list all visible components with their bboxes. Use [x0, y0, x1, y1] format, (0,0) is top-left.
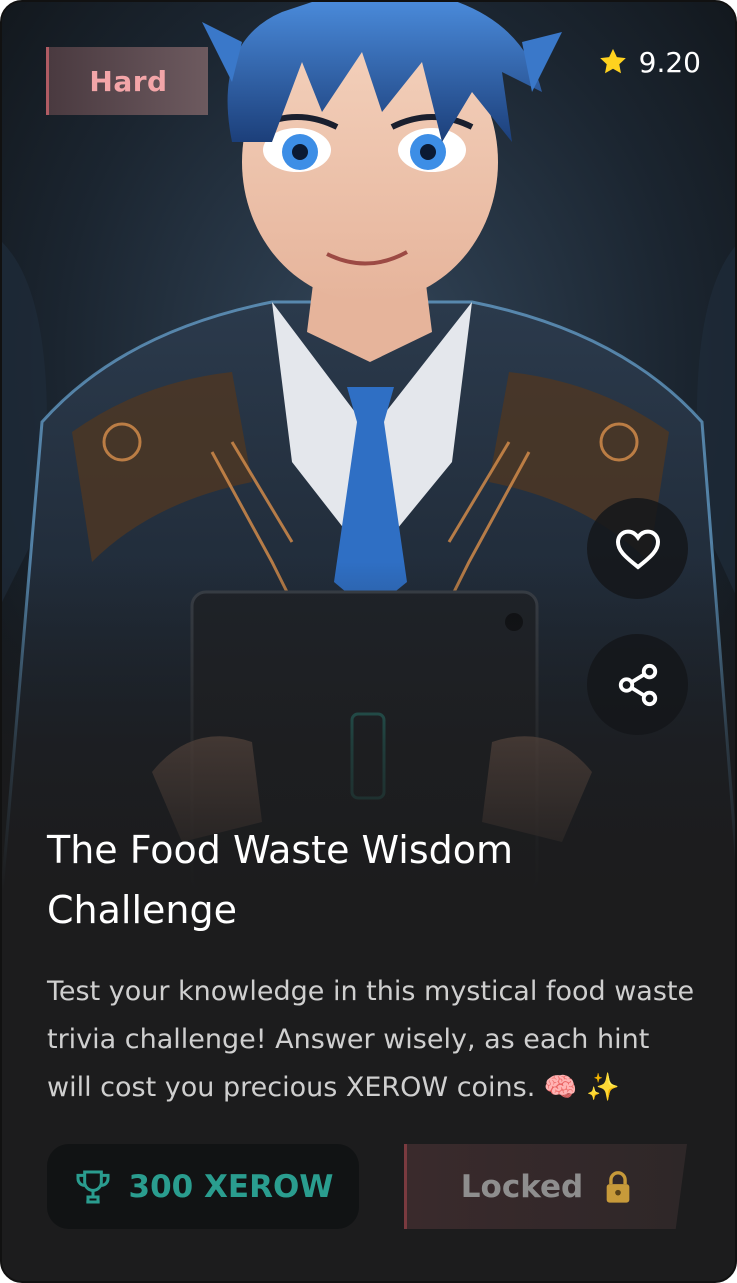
- favorite-button[interactable]: [587, 498, 688, 599]
- share-button[interactable]: [587, 634, 688, 735]
- star-icon: [599, 48, 626, 74]
- trophy-icon: [76, 1170, 109, 1203]
- reward-amount: 300 XEROW: [128, 1168, 334, 1205]
- rating-value: 9.20: [638, 45, 701, 79]
- difficulty-badge: Hard: [46, 47, 208, 115]
- heart-icon: [615, 529, 660, 570]
- rating: 9.20: [597, 42, 701, 82]
- share-icon: [618, 663, 657, 706]
- quiz-card[interactable]: Hard 9.20 The Food Waste Wisdom Challeng…: [0, 0, 737, 1283]
- hero-illustration: [2, 2, 735, 892]
- lock-icon: [606, 1170, 630, 1203]
- quiz-description: Test your knowledge in this mystical foo…: [47, 976, 695, 1103]
- locked-label: Locked: [460, 1168, 584, 1205]
- quiz-title: The Food Waste Wisdom Challenge: [47, 828, 514, 932]
- difficulty-label: Hard: [89, 64, 168, 98]
- locked-button[interactable]: Locked: [404, 1144, 687, 1229]
- reward-pill: 300 XEROW: [47, 1144, 359, 1229]
